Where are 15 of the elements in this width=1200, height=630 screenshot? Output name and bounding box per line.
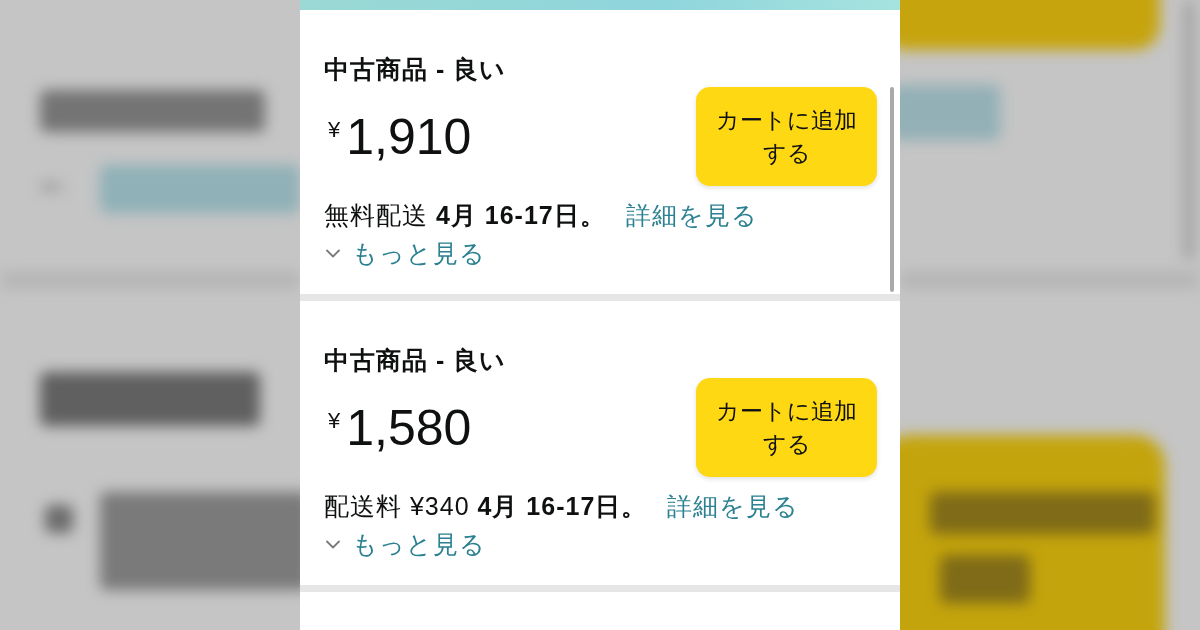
- condition-title: 中古商品 - 良い: [324, 54, 507, 85]
- shipping-text: 配送料 ¥340 4月 16-17日。: [324, 491, 648, 522]
- price-amount: 1,910: [346, 111, 472, 162]
- details-link[interactable]: 詳細を見る: [667, 489, 800, 523]
- see-more-toggle[interactable]: もっと見る: [324, 236, 486, 270]
- condition-title: 中古商品 - 良い: [324, 345, 507, 376]
- add-to-cart-button[interactable]: カートに追加する: [696, 87, 877, 186]
- currency-symbol: ¥: [328, 118, 341, 141]
- price-amount: 1,580: [346, 402, 472, 453]
- details-link[interactable]: 詳細を見る: [625, 198, 758, 232]
- currency-symbol: ¥: [328, 409, 341, 432]
- add-to-cart-button[interactable]: カートに追加する: [696, 378, 877, 477]
- shipping-text: 無料配送 4月 16-17日。: [324, 200, 606, 231]
- see-more-toggle[interactable]: もっと見る: [324, 527, 486, 561]
- scrollbar-thumb[interactable]: [890, 87, 894, 292]
